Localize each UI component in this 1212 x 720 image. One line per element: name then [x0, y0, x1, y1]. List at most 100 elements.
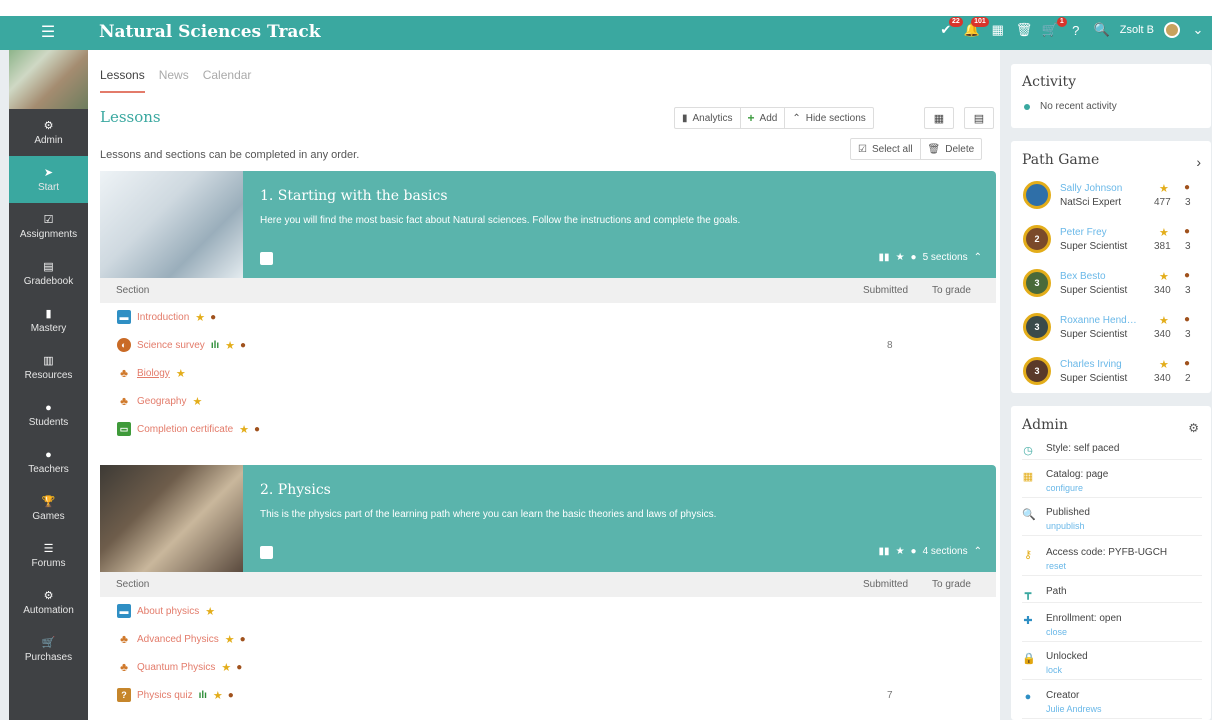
section-name[interactable]: Geography	[137, 396, 186, 407]
tab-lessons[interactable]: Lessons	[100, 68, 145, 93]
calendar-icon[interactable]: ▦	[990, 22, 1006, 38]
player-name[interactable]: Peter Frey	[1060, 227, 1138, 238]
star-icon: ★	[1159, 359, 1169, 371]
lesson-checkbox[interactable]	[260, 252, 273, 265]
section-name[interactable]: Advanced Physics	[137, 634, 219, 645]
sidebar-item-teachers[interactable]: ● Teachers	[9, 438, 88, 485]
add-button[interactable]: + Add	[741, 108, 786, 128]
admin-row-link[interactable]: reset	[1046, 560, 1202, 572]
arrow-icon: ➤	[43, 167, 54, 179]
lesson-header[interactable]: 1. Starting with the basics Here you wil…	[100, 171, 996, 278]
section-row[interactable]: ♣ Advanced Physics ★ ●	[100, 625, 996, 653]
section-row[interactable]: ▬ Introduction ★ ●	[100, 303, 996, 331]
player-name[interactable]: Roxanne Hende...	[1060, 315, 1138, 326]
section-name[interactable]: About physics	[137, 606, 199, 617]
player-rank: Super Scientist	[1060, 373, 1128, 384]
sidebar: ⚙ Admin ➤ Start ☑ Assignments ▤ Gradebook ▮ M…	[9, 50, 88, 720]
section-row[interactable]: ♣ Biology ★	[100, 359, 996, 387]
sidebar-item-forums[interactable]: ☰ Forums	[9, 532, 88, 579]
chevron-right-icon[interactable]: ›	[1196, 154, 1201, 170]
sidebar-item-students[interactable]: ● Students	[9, 391, 88, 438]
sidebar-item-mastery[interactable]: ▮ Mastery	[9, 297, 88, 344]
level-number: 3	[1034, 322, 1040, 332]
sidebar-item-assignments[interactable]: ☑ Assignments	[9, 203, 88, 250]
section-name[interactable]: Science survey	[137, 340, 205, 351]
section-row[interactable]: ▭ Completion certificate ★ ●	[100, 415, 996, 443]
section-row[interactable]: ▬ About physics ★	[100, 597, 996, 625]
analytics-button[interactable]: ▮ Analytics	[675, 108, 741, 128]
list-view-button[interactable]: ▤	[964, 107, 994, 129]
sidebar-item-games[interactable]: 🏆 Games	[9, 485, 88, 532]
chevron-up-icon[interactable]: ⌃	[974, 252, 982, 263]
tab-news[interactable]: News	[159, 68, 189, 93]
section-row[interactable]: ♣ Geography ★	[100, 387, 996, 415]
search-icon[interactable]: 🔍	[1094, 22, 1110, 38]
notifications-icon[interactable]: ✔ 22	[938, 17, 963, 38]
trash-icon[interactable]: 🗑	[1016, 22, 1033, 38]
sidebar-item-automation[interactable]: ⚙ Automation	[9, 579, 88, 626]
sidebar-item-label: Assignments	[19, 229, 78, 240]
section-row[interactable]: ◐ Science survey ılı ★ ● 8	[100, 331, 996, 359]
lesson-title[interactable]: 2. Physics	[260, 482, 331, 498]
admin-row-link[interactable]: lock	[1046, 664, 1202, 676]
section-name[interactable]: Introduction	[137, 312, 189, 323]
bar-chart-icon[interactable]: ▮▮	[879, 546, 890, 557]
player-row[interactable]: 3 Charles Irving Super Scientist ★ ● 340 2	[1023, 352, 1203, 392]
lesson-checkbox[interactable]	[260, 546, 273, 559]
delete-button[interactable]: 🗑 Delete	[921, 139, 982, 159]
admin-row-link[interactable]: configure	[1046, 482, 1202, 494]
section-row[interactable]: ? Physics quiz ılı ★ ● 7	[100, 681, 996, 709]
player-row[interactable]: Sally Johnson NatSci Expert ★ ● 477 3	[1023, 176, 1203, 216]
chevron-down-icon[interactable]: ⌄	[1190, 22, 1206, 38]
player-row[interactable]: 3 Roxanne Hende... Super Scientist ★ ● 340 3	[1023, 308, 1203, 348]
user-name[interactable]: Zsolt B	[1120, 24, 1154, 36]
section-name[interactable]: Physics quiz	[137, 690, 193, 701]
hide-sections-button[interactable]: ⌃ Hide sections	[785, 108, 872, 128]
user-avatar[interactable]	[1164, 22, 1180, 38]
player-name[interactable]: Bex Besto	[1060, 271, 1138, 282]
section-row[interactable]: ♣ Quantum Physics ★ ●	[100, 653, 996, 681]
messages-icon[interactable]: 🔔 101	[964, 17, 989, 38]
lesson-header[interactable]: 2. Physics This is the physics part of t…	[100, 465, 996, 572]
section-name[interactable]: Completion certificate	[137, 424, 233, 435]
admin-row-link[interactable]: unpublish	[1046, 520, 1202, 532]
folder-icon: ♣	[120, 394, 128, 408]
search-icon: 🔍	[1022, 509, 1036, 521]
player-score: 477	[1154, 197, 1171, 208]
path-game-panel: Path Game › Sally Johnson NatSci Expert ★ ●…	[1011, 141, 1211, 393]
shield-icon: ●	[1184, 358, 1191, 369]
admin-row-link[interactable]: Julie Andrews	[1046, 703, 1202, 715]
gear-icon[interactable]: ⚙	[1188, 421, 1199, 435]
sidebar-item-start[interactable]: ➤ Start	[9, 156, 88, 203]
tab-calendar[interactable]: Calendar	[203, 68, 252, 93]
help-icon[interactable]: ?	[1068, 23, 1084, 38]
player-name[interactable]: Charles Irving	[1060, 359, 1138, 370]
path-game-title[interactable]: Path Game	[1022, 152, 1099, 168]
player-row[interactable]: 2 Peter Frey Super Scientist ★ ● 381 3	[1023, 220, 1203, 260]
lesson-title[interactable]: 1. Starting with the basics	[260, 188, 448, 204]
admin-row-link[interactable]: close	[1046, 626, 1202, 638]
sidebar-item-gradebook[interactable]: ▤ Gradebook	[9, 250, 88, 297]
analytics-label: Analytics	[692, 112, 733, 124]
bar-chart-icon[interactable]: ▮▮	[879, 252, 890, 263]
player-row[interactable]: 3 Bex Besto Super Scientist ★ ● 340 3	[1023, 264, 1203, 304]
star-icon: ★	[1159, 183, 1169, 195]
section-name[interactable]: Biology	[137, 368, 170, 379]
sidebar-item-resources[interactable]: ▥ Resources	[9, 344, 88, 391]
chevron-up-icon[interactable]: ⌃	[974, 546, 982, 557]
player-name[interactable]: Sally Johnson	[1060, 183, 1138, 194]
app-title: Natural Sciences Track	[99, 22, 321, 42]
sidebar-item-purchases[interactable]: 🛒 Purchases	[9, 626, 88, 673]
sidebar-item-label: Start	[37, 182, 60, 193]
section-name[interactable]: Quantum Physics	[137, 662, 215, 673]
lessons-toolbar: ▮ Analytics + Add ⌃ Hide sections	[674, 107, 874, 129]
star-icon: ★	[192, 395, 203, 408]
admin-row-text: Published	[1046, 507, 1090, 518]
sidebar-item-admin[interactable]: ⚙ Admin	[9, 109, 88, 156]
select-all-button[interactable]: ☑ Select all	[851, 139, 921, 159]
hamburger-menu-icon[interactable]: ☰	[39, 25, 57, 41]
grid-view-button[interactable]: ▦	[924, 107, 954, 129]
shield-icon: ●	[910, 252, 917, 263]
clock-icon: ◷	[1023, 445, 1033, 457]
cart-icon[interactable]: 🛒 1	[1042, 17, 1067, 38]
